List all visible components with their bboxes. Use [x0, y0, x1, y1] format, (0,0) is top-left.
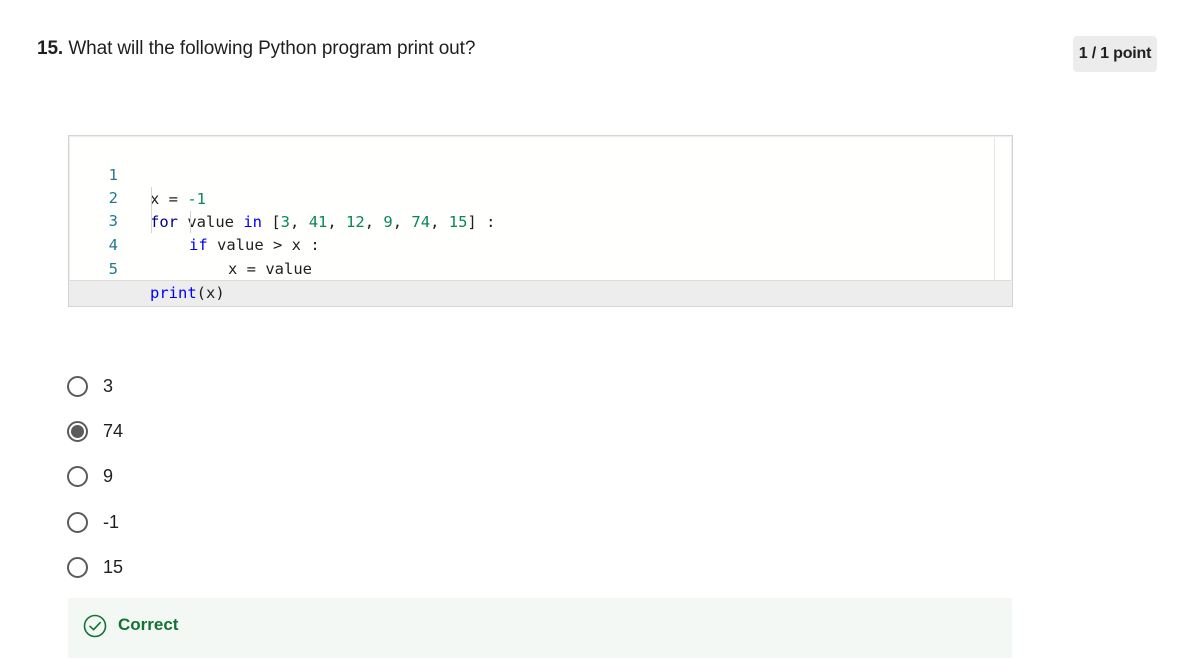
answer-option[interactable]: 15: [67, 553, 367, 581]
indent-guide: [151, 187, 152, 233]
code-line-1: 1 x = -1: [70, 139, 990, 208]
option-label: -1: [103, 511, 120, 532]
radio-button-checked[interactable]: [67, 420, 88, 442]
answer-option[interactable]: 9: [67, 462, 367, 490]
feedback-label: Correct: [118, 615, 179, 634]
indent-guide: [190, 211, 191, 233]
option-label: 3: [103, 375, 114, 396]
code-editor[interactable]: 1 x = -1 2 for value in [3, 41, 12, 9, 7…: [70, 137, 1011, 302]
answer-option-selected[interactable]: 74: [67, 417, 367, 445]
code-line-2: 2 for value in [3, 41, 12, 9, 74, 15] :: [70, 162, 990, 231]
question-number: 15.: [37, 38, 64, 59]
radio-button[interactable]: [67, 465, 88, 487]
code-line-3: 3 if value > x :: [70, 185, 990, 254]
answer-option[interactable]: -1: [67, 508, 367, 536]
vertical-scrollbar[interactable]: [994, 137, 1011, 280]
option-label: 74: [103, 420, 124, 441]
feedback-banner: Correct: [68, 598, 1012, 658]
code-line-4: 4 x = value: [70, 209, 990, 278]
question-text: What will the following Python program p…: [68, 38, 476, 59]
code-line-5: 5 print(x): [70, 233, 990, 302]
option-label: 15: [103, 556, 124, 577]
line-number: 5: [108, 260, 118, 278]
option-label: 9: [103, 465, 114, 486]
question-prompt: 15. What will the following Python progr…: [37, 38, 475, 60]
code-block: 1 x = -1 2 for value in [3, 41, 12, 9, 7…: [68, 135, 1013, 307]
check-circle-icon: [83, 614, 107, 638]
answer-option[interactable]: 3: [67, 372, 367, 400]
radio-button[interactable]: [67, 375, 88, 397]
points-badge: 1 / 1 point: [1073, 36, 1157, 72]
radio-button[interactable]: [67, 556, 88, 578]
radio-button[interactable]: [67, 511, 88, 533]
